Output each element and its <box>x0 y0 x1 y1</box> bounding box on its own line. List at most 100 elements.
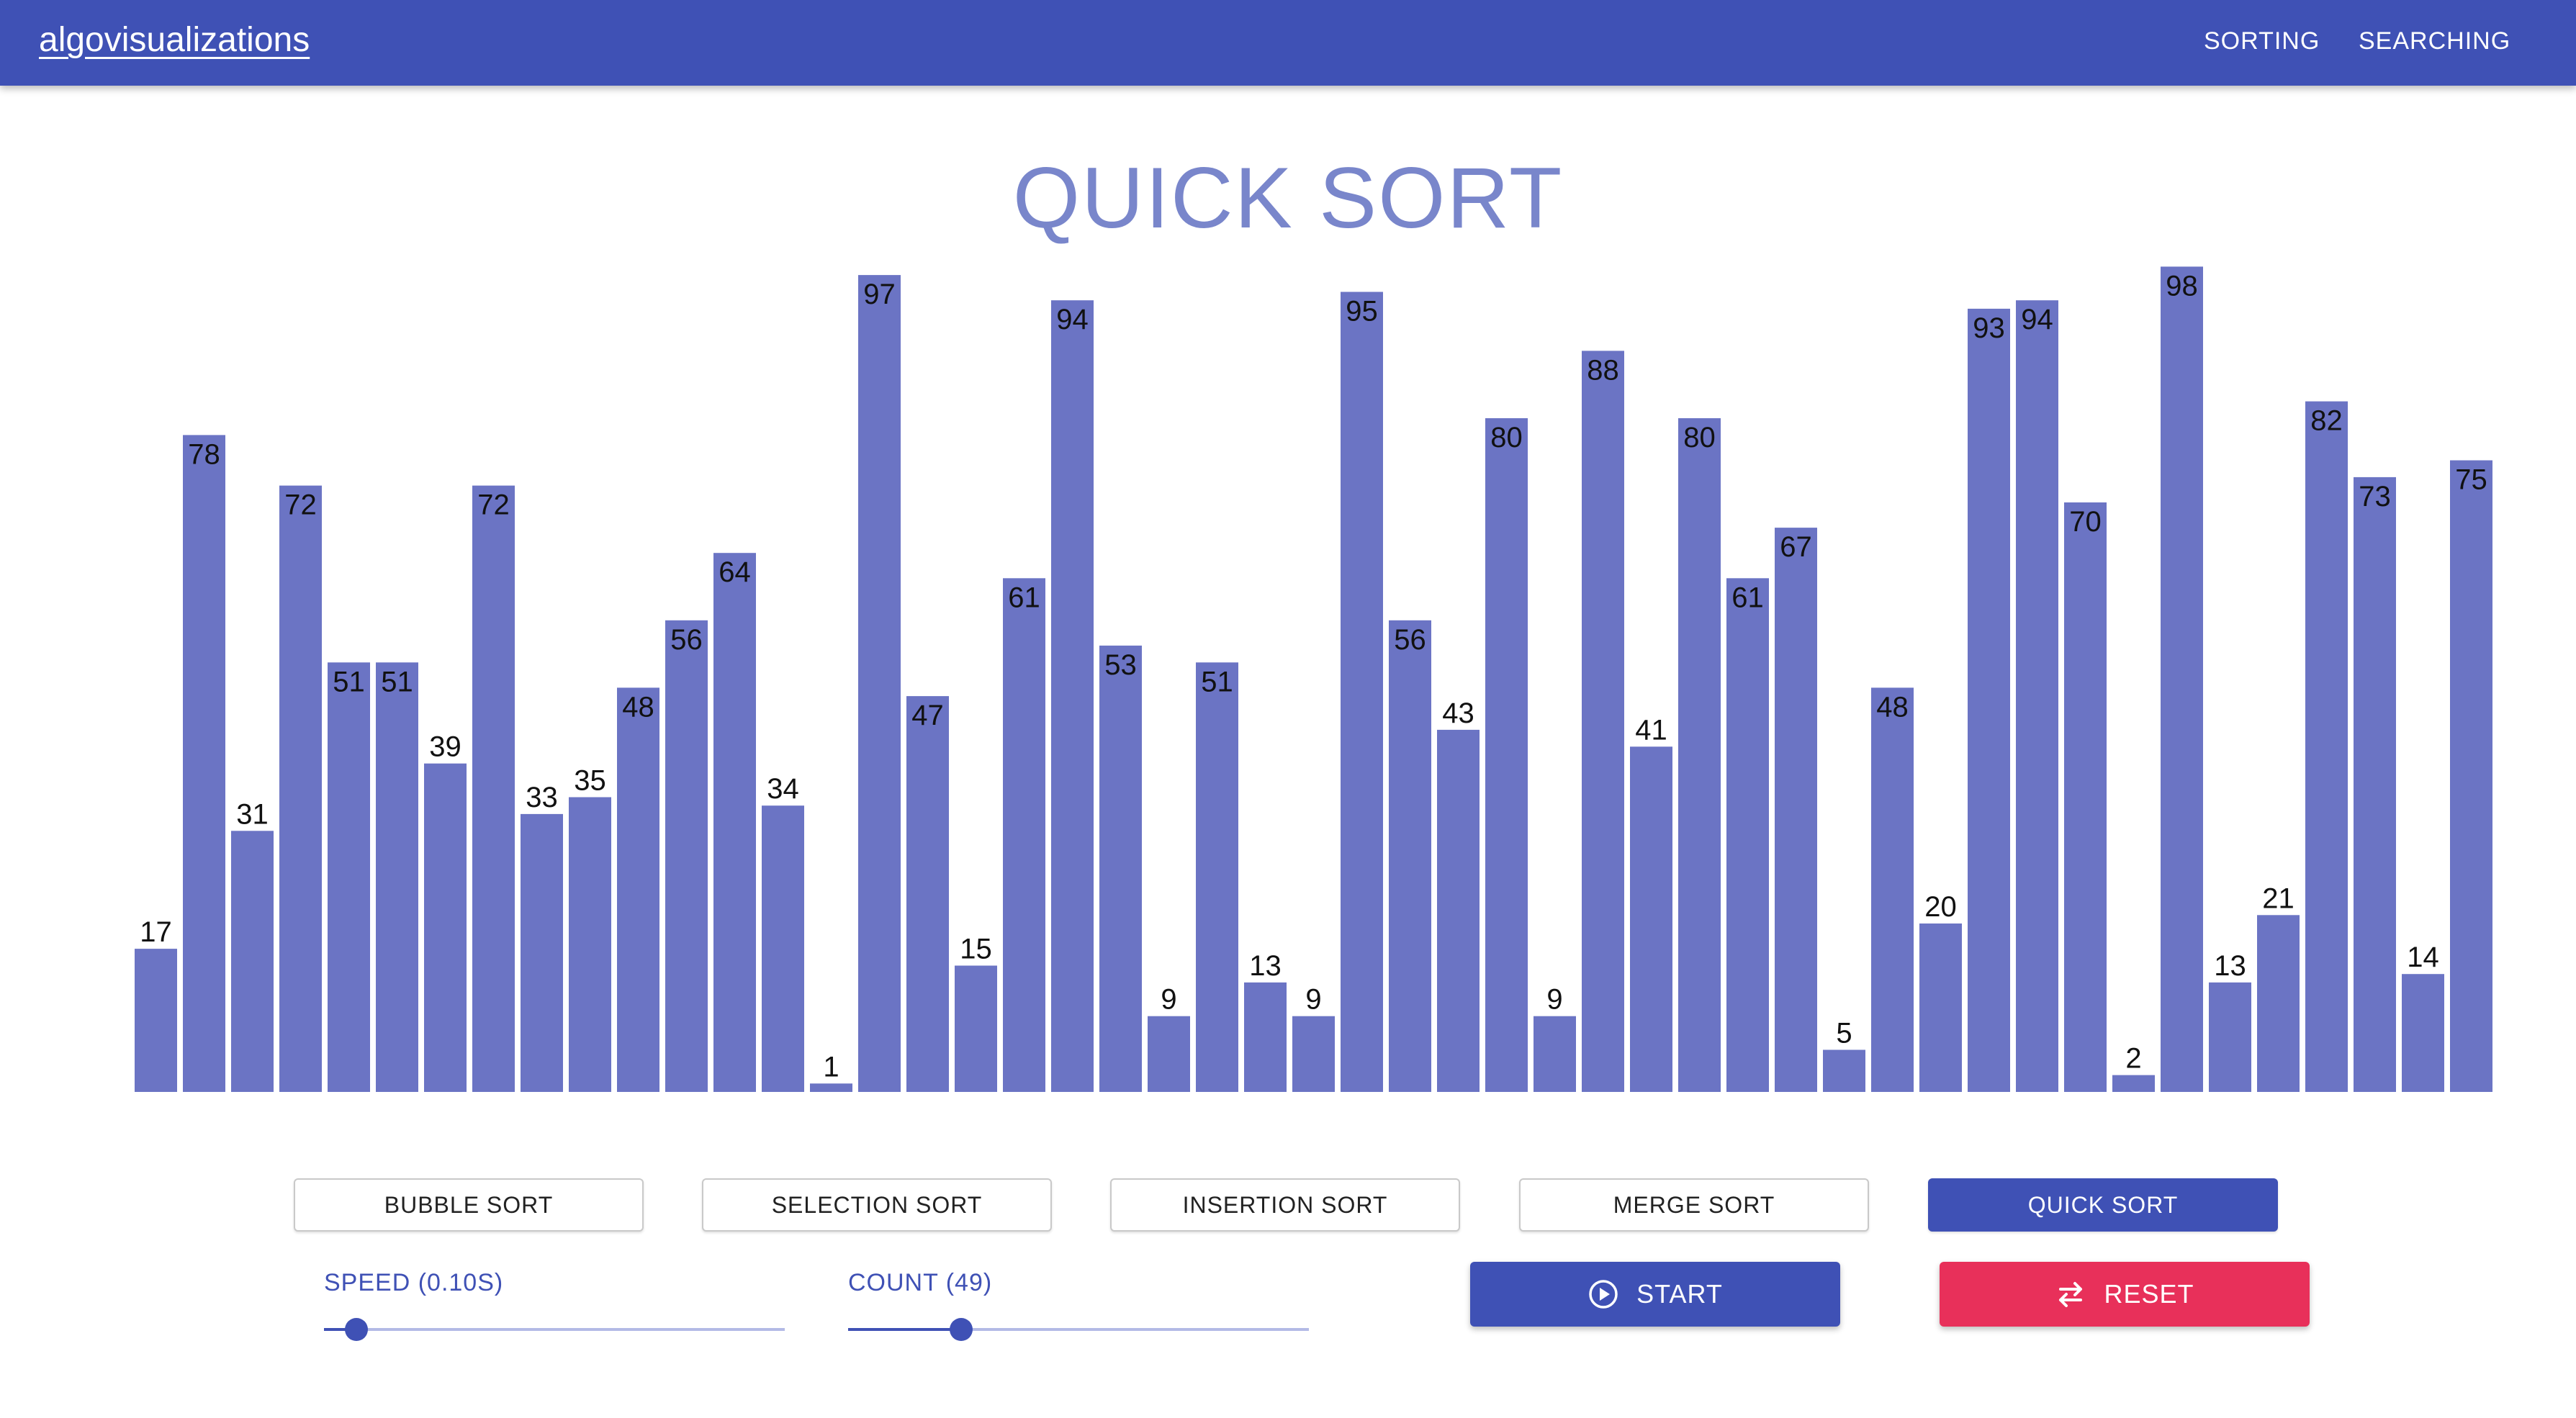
count-slider-fill <box>848 1328 961 1331</box>
bar <box>376 662 418 1092</box>
bar-value-label: 43 <box>1442 697 1474 729</box>
bar-value-label: 48 <box>1876 691 1909 723</box>
bar-value-label: 31 <box>236 798 269 830</box>
algo-button-insertion-sort[interactable]: INSERTION SORT <box>1110 1178 1460 1232</box>
bar <box>2450 460 2492 1092</box>
start-button[interactable]: START <box>1470 1262 1840 1327</box>
bar-value-label: 56 <box>1394 624 1426 656</box>
bar-chart: 1778317251 513972333548566434197471561945… <box>135 266 2492 1093</box>
bar <box>183 435 225 1092</box>
bar-value-label: 88 <box>1587 354 1619 386</box>
bar-value-label: 72 <box>477 489 510 521</box>
bar <box>1630 746 1672 1092</box>
bar <box>1823 1049 1865 1092</box>
start-label: START <box>1636 1279 1723 1309</box>
bar <box>1437 729 1480 1092</box>
bar <box>135 949 177 1092</box>
count-slider[interactable] <box>848 1318 1309 1341</box>
bar-value-label: 9 <box>1305 984 1321 1016</box>
count-slider-thumb[interactable] <box>949 1318 973 1341</box>
bar <box>617 687 659 1092</box>
bar <box>2402 974 2444 1092</box>
bar-value-label: 1 <box>823 1051 839 1083</box>
bar <box>424 763 467 1092</box>
bar <box>1003 578 1045 1092</box>
bar-value-label: 51 <box>333 666 365 697</box>
bar-value-label: 47 <box>911 700 944 731</box>
bar-value-label: 67 <box>1780 531 1812 563</box>
bar <box>906 696 949 1092</box>
speed-label: SPEED (0.10S) <box>324 1269 504 1296</box>
bar-value-label: 94 <box>1056 304 1089 335</box>
bar-value-label: 13 <box>2214 950 2246 982</box>
bar <box>1871 687 1914 1092</box>
bar <box>569 797 611 1092</box>
bar-value-label: 21 <box>2262 882 2294 914</box>
bar-value-label: 33 <box>526 782 558 813</box>
bar <box>472 485 515 1092</box>
bar-value-label: 94 <box>2021 304 2053 335</box>
bar-value-label: 61 <box>1008 582 1040 613</box>
bar <box>1485 418 1528 1092</box>
bar-value-label: 51 <box>381 666 413 697</box>
bar <box>521 813 563 1092</box>
bar <box>1099 645 1142 1092</box>
bar <box>1244 982 1287 1092</box>
bar-value-label: 98 <box>2166 270 2198 302</box>
play-circle-icon <box>1589 1280 1618 1309</box>
bar-value-label: 80 <box>1683 422 1716 453</box>
speed-slider[interactable] <box>324 1318 785 1341</box>
bar-value-label: 17 <box>140 916 172 948</box>
algo-button-merge-sort[interactable]: MERGE SORT <box>1519 1178 1869 1232</box>
bar <box>2257 915 2300 1092</box>
bar-value-label: 15 <box>960 934 992 965</box>
bar-value-label: 39 <box>429 731 461 763</box>
bar <box>2209 982 2251 1092</box>
bar-value-label: 20 <box>1924 891 1957 923</box>
bar-value-label: 95 <box>1346 296 1378 328</box>
bar <box>2161 266 2203 1092</box>
bar-value-label: 2 <box>2125 1043 2141 1075</box>
algo-button-bubble-sort[interactable]: BUBBLE SORT <box>294 1178 644 1232</box>
reset-button[interactable]: RESET <box>1940 1262 2310 1327</box>
bar-value-label: 72 <box>284 489 317 521</box>
bar-value-label: 13 <box>1249 950 1282 982</box>
bar-value-label: 56 <box>670 624 703 656</box>
bar <box>1341 292 1383 1092</box>
bar <box>1968 308 2010 1092</box>
swap-arrows-icon <box>2059 1282 2083 1307</box>
bar <box>1389 620 1431 1092</box>
count-label: COUNT (49) <box>848 1269 993 1296</box>
algo-button-selection-sort[interactable]: SELECTION SORT <box>702 1178 1052 1232</box>
bar-value-label: 9 <box>1546 984 1562 1016</box>
bar <box>955 965 997 1092</box>
speed-slider-thumb[interactable] <box>344 1318 368 1341</box>
bar <box>2112 1075 2155 1092</box>
bar <box>1196 662 1238 1092</box>
bar-value-label: 41 <box>1635 714 1667 746</box>
bar <box>713 553 756 1092</box>
bar-value-label: 53 <box>1104 649 1137 681</box>
bar <box>1678 418 1721 1092</box>
bar-value-label: 9 <box>1161 984 1176 1016</box>
bar <box>1726 578 1769 1092</box>
bar <box>328 662 370 1092</box>
bar <box>1919 923 1962 1092</box>
bar-value-label: 82 <box>2310 405 2343 437</box>
reset-label: RESET <box>2104 1279 2194 1309</box>
bar-value-label: 35 <box>574 765 606 797</box>
bar <box>1148 1016 1190 1092</box>
bar <box>231 831 274 1092</box>
bar-value-label: 61 <box>1731 582 1764 613</box>
bar <box>858 275 901 1093</box>
bar-value-label: 5 <box>1836 1018 1852 1049</box>
bar-value-label: 80 <box>1490 422 1523 453</box>
bar <box>2354 477 2396 1092</box>
bar <box>2305 401 2348 1092</box>
algo-button-quick-sort[interactable]: QUICK SORT <box>1928 1178 2278 1232</box>
bar <box>665 620 708 1092</box>
bar <box>2016 300 2058 1093</box>
bar <box>1582 351 1624 1092</box>
bar-value-label: 34 <box>767 773 799 805</box>
bar-value-label: 14 <box>2407 941 2439 973</box>
